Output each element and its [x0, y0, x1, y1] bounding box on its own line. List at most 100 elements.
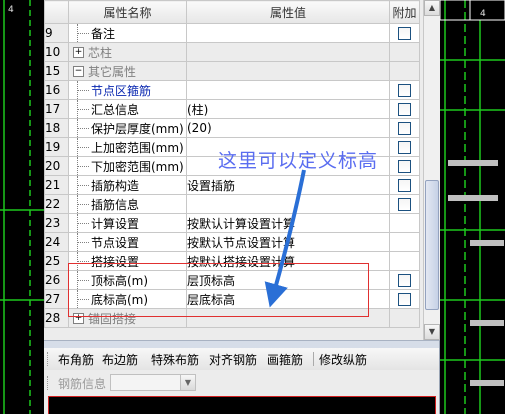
property-value-cell[interactable]: [186, 308, 390, 328]
place-corner-rebar-button[interactable]: 布角筋: [58, 351, 94, 368]
property-value-cell[interactable]: (20): [186, 118, 390, 138]
scroll-down-arrow-icon[interactable]: ▼: [424, 324, 440, 340]
special-rebar-button[interactable]: 特殊布筋: [151, 351, 199, 368]
property-name-label: 其它属性: [88, 64, 137, 79]
chevron-down-icon[interactable]: ▼: [180, 375, 195, 390]
row-number: 17: [44, 99, 69, 119]
property-name-label: 顶标高(m): [91, 273, 149, 288]
table-row[interactable]: 15− 其它属性: [44, 61, 420, 81]
table-row[interactable]: 10 + 芯柱: [44, 42, 420, 62]
property-value-cell[interactable]: 按默认计算设置计算: [186, 213, 390, 233]
property-value-cell[interactable]: [186, 23, 390, 43]
row-number: 28: [44, 308, 69, 328]
append-checkbox[interactable]: [398, 179, 411, 192]
property-name-cell[interactable]: 插筋构造: [68, 175, 187, 195]
toolbar-grip[interactable]: [47, 376, 50, 390]
modify-longitudinal-rebar-button[interactable]: 修改纵筋: [319, 351, 367, 368]
property-value-cell[interactable]: 设置插筋: [186, 175, 390, 195]
tree-connector-icon: [77, 252, 89, 270]
vertical-scrollbar[interactable]: ▲ ▼: [423, 0, 440, 340]
property-name-label: 芯柱: [88, 45, 113, 60]
collapse-icon[interactable]: −: [73, 65, 84, 77]
property-name-cell[interactable]: 底标高(m): [68, 289, 187, 309]
row-number: 16: [44, 80, 69, 100]
rebar-preview-area[interactable]: [48, 396, 436, 414]
header-row-number: [44, 0, 69, 24]
append-checkbox[interactable]: [398, 141, 411, 154]
table-row[interactable]: 21 插筋构造 设置插筋: [44, 175, 420, 195]
table-row[interactable]: 26 顶标高(m) 层顶标高: [44, 270, 420, 290]
row-number: 22: [44, 194, 69, 214]
align-rebar-button[interactable]: 对齐钢筋: [209, 351, 257, 368]
property-value-cell[interactable]: [186, 194, 390, 214]
rebar-info-select[interactable]: ▼: [110, 374, 196, 391]
append-checkbox[interactable]: [398, 84, 411, 97]
table-row[interactable]: 23 计算设置 按默认计算设置计算: [44, 213, 420, 233]
property-name-label: 汇总信息: [91, 102, 140, 117]
property-name-cell[interactable]: 搭接设置: [68, 251, 187, 271]
append-cell: [389, 194, 420, 214]
expand-icon[interactable]: +: [73, 312, 84, 324]
toolbar-grip[interactable]: [47, 352, 50, 366]
scroll-thumb[interactable]: [425, 180, 439, 310]
property-value-cell[interactable]: [186, 61, 390, 81]
append-checkbox[interactable]: [398, 160, 411, 173]
tree-connector-icon: [77, 176, 89, 194]
property-name-cell[interactable]: 上加密范围(mm): [68, 137, 187, 157]
expand-icon[interactable]: +: [73, 46, 84, 58]
table-row[interactable]: 17 汇总信息 (柱): [44, 99, 420, 119]
property-name-cell[interactable]: 汇总信息: [68, 99, 187, 119]
append-cell: [389, 61, 420, 81]
draw-stirrup-button[interactable]: 画箍筋: [267, 351, 303, 368]
append-cell: [389, 289, 420, 309]
table-row[interactable]: 28 + 锚固搭接: [44, 308, 420, 328]
row-number: 10: [44, 42, 69, 62]
property-name-cell[interactable]: 下加密范围(mm): [68, 156, 187, 176]
rebar-info-label: 钢筋信息: [58, 377, 107, 391]
property-value-cell[interactable]: 按默认节点设置计算: [186, 232, 390, 252]
append-checkbox[interactable]: [398, 27, 411, 40]
property-name-cell[interactable]: + 锚固搭接: [68, 308, 187, 328]
table-row[interactable]: 18 保护层厚度(mm) (20): [44, 118, 420, 138]
header-property-name[interactable]: 属性名称: [68, 0, 187, 24]
append-checkbox[interactable]: [398, 274, 411, 287]
table-row[interactable]: 9 备注: [44, 23, 420, 43]
row-number: 18: [44, 118, 69, 138]
scroll-up-arrow-icon[interactable]: ▲: [424, 0, 440, 16]
property-name-cell[interactable]: 顶标高(m): [68, 270, 187, 290]
row-number: 9: [44, 23, 69, 43]
property-name-cell[interactable]: 计算设置: [68, 213, 187, 233]
property-name-cell[interactable]: − 其它属性: [68, 61, 187, 81]
property-name-cell[interactable]: 节点区箍筋: [68, 80, 187, 100]
header-property-value[interactable]: 属性值: [186, 0, 390, 24]
property-name-cell[interactable]: 节点设置: [68, 232, 187, 252]
property-value-cell[interactable]: [186, 80, 390, 100]
append-checkbox[interactable]: [398, 103, 411, 116]
property-value-cell[interactable]: [186, 42, 390, 62]
property-value-cell[interactable]: 层顶标高: [186, 270, 390, 290]
table-row[interactable]: 24 节点设置 按默认节点设置计算: [44, 232, 420, 252]
property-panel: 属性名称 属性值 附加 9 备注 10 + 芯柱 15− 其它属性 16 节点区箍筋 17 汇总信息…: [44, 0, 440, 414]
append-checkbox[interactable]: [398, 293, 411, 306]
place-side-rebar-button[interactable]: 布边筋: [102, 351, 138, 368]
property-value-cell[interactable]: 层底标高: [186, 289, 390, 309]
tree-connector-icon: [77, 138, 89, 156]
row-number: 24: [44, 232, 69, 252]
append-cell: [389, 175, 420, 195]
table-row[interactable]: 27 底标高(m) 层底标高: [44, 289, 420, 309]
tree-connector-icon: [77, 290, 89, 308]
table-row[interactable]: 16 节点区箍筋: [44, 80, 420, 100]
table-row[interactable]: 22 插筋信息: [44, 194, 420, 214]
table-row[interactable]: 25 搭接设置 按默认搭接设置计算: [44, 251, 420, 271]
property-name-cell[interactable]: 备注: [68, 23, 187, 43]
property-name-label: 插筋构造: [91, 178, 140, 193]
header-append[interactable]: 附加: [389, 0, 420, 24]
append-checkbox[interactable]: [398, 122, 411, 135]
property-name-cell[interactable]: + 芯柱: [68, 42, 187, 62]
property-value-cell[interactable]: 按默认搭接设置计算: [186, 251, 390, 271]
tree-connector-icon: [77, 233, 89, 251]
property-value-cell[interactable]: (柱): [186, 99, 390, 119]
append-checkbox[interactable]: [398, 198, 411, 211]
property-name-cell[interactable]: 插筋信息: [68, 194, 187, 214]
property-name-cell[interactable]: 保护层厚度(mm): [68, 118, 187, 138]
